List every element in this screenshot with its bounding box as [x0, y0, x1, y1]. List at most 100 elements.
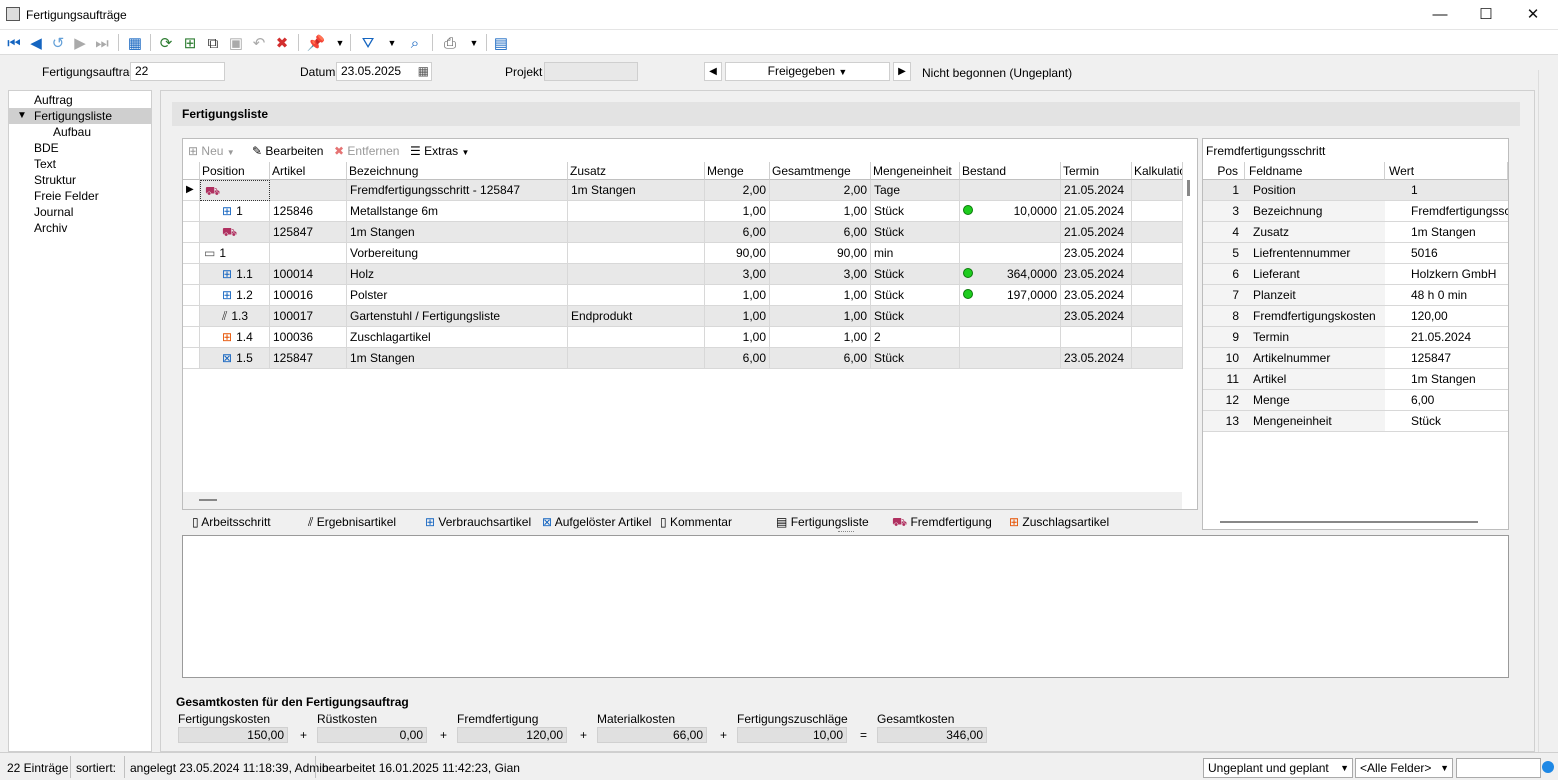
grid-cell-menge[interactable]: 1,00: [705, 306, 770, 327]
column-header[interactable]: Bestand: [960, 162, 1061, 180]
grid-cell-bestand[interactable]: [960, 348, 1061, 369]
nav-item-text[interactable]: Text: [9, 156, 151, 172]
grid-cell-artikel[interactable]: [270, 243, 347, 264]
date-field[interactable]: 23.05.2025 ▦: [336, 62, 432, 81]
detail-column-header[interactable]: Feldname: [1245, 162, 1385, 180]
grid-cell-gesamt[interactable]: 1,00: [770, 306, 871, 327]
grid-cell-bestand[interactable]: 197,0000: [960, 285, 1061, 306]
grid-cell-bez[interactable]: Zuschlagartikel: [347, 327, 568, 348]
grid-scroll-thumb[interactable]: [1187, 180, 1190, 196]
grid-cell-kalk[interactable]: [1132, 306, 1183, 327]
grid-cell-pos[interactable]: ▭ 1: [200, 243, 270, 264]
grid-cell-kalk[interactable]: [1132, 180, 1183, 201]
grid-cell-gesamt[interactable]: 1,00: [770, 285, 871, 306]
grid-cell-termin[interactable]: 23.05.2024: [1061, 285, 1132, 306]
nav-item-auftrag[interactable]: Auftrag: [9, 92, 151, 108]
save-icon[interactable]: ▣: [226, 33, 246, 53]
grid-cell-bestand[interactable]: 364,0000: [960, 264, 1061, 285]
detail-cell-wert[interactable]: 120,00: [1385, 306, 1508, 327]
column-header[interactable]: Termin: [1061, 162, 1132, 180]
grid-cell-bez[interactable]: Polster: [347, 285, 568, 306]
grid-cell-bez[interactable]: Gartenstuhl / Fertigungsliste: [347, 306, 568, 327]
pin-icon[interactable]: 📌: [306, 33, 326, 53]
search-record-icon[interactable]: ⌕: [405, 33, 425, 53]
detail-scrollbar[interactable]: [1220, 521, 1478, 523]
grid-cell-pos[interactable]: ⊞ 1.4: [200, 327, 270, 348]
table-view-icon[interactable]: ▦: [125, 33, 145, 53]
grid-cell-pos[interactable]: ⫽ 1.3: [200, 306, 270, 327]
grid-cell-bez[interactable]: Metallstange 6m: [347, 201, 568, 222]
chevron-down-icon[interactable]: ▼: [17, 108, 27, 124]
new-record-icon[interactable]: ⊞: [180, 33, 200, 53]
edit-button[interactable]: ✎ Bearbeiten: [252, 143, 323, 159]
column-header[interactable]: Gesamtmenge: [770, 162, 871, 180]
comment-textarea[interactable]: [182, 535, 1509, 678]
grid-cell-bez[interactable]: Fremdfertigungsschritt - 125847: [347, 180, 568, 201]
grid-cell-termin[interactable]: 23.05.2024: [1061, 243, 1132, 264]
field-filter-select[interactable]: <Alle Felder> ▼: [1355, 758, 1453, 778]
detail-cell-wert[interactable]: 48 h 0 min: [1385, 285, 1508, 306]
grid-cell-termin[interactable]: 21.05.2024: [1061, 222, 1132, 243]
grid-cell-artikel[interactable]: 125847: [270, 348, 347, 369]
grid-cell-kalk[interactable]: [1132, 285, 1183, 306]
back-icon[interactable]: ↺: [48, 33, 68, 53]
row-selector[interactable]: [183, 243, 200, 264]
splitter-handle[interactable]: [838, 531, 854, 533]
extras-button[interactable]: ☰ Extras ▼: [410, 143, 469, 159]
grid-cell-zusatz[interactable]: [568, 348, 705, 369]
status-prev-button[interactable]: ◀: [704, 62, 722, 81]
grid-cell-menge[interactable]: 2,00: [705, 180, 770, 201]
grid-cell-termin[interactable]: 23.05.2024: [1061, 348, 1132, 369]
grid-cell-menge[interactable]: 90,00: [705, 243, 770, 264]
grid-cell-einheit[interactable]: Stück: [871, 201, 960, 222]
grid-cell-artikel[interactable]: 125846: [270, 201, 347, 222]
grid-cell-termin[interactable]: 21.05.2024: [1061, 201, 1132, 222]
print-icon[interactable]: ⎙: [440, 33, 460, 53]
row-selector[interactable]: [183, 222, 200, 243]
nav-item-fertigungsliste[interactable]: ▼ Fertigungsliste: [9, 108, 151, 124]
grid-cell-zusatz[interactable]: Endprodukt: [568, 306, 705, 327]
grid-cell-einheit[interactable]: Stück: [871, 264, 960, 285]
vertical-scrollbar[interactable]: [1538, 70, 1552, 752]
column-header[interactable]: Artikel: [270, 162, 347, 180]
grid-cell-bestand[interactable]: [960, 327, 1061, 348]
undo-icon[interactable]: ↶: [249, 33, 269, 53]
grid-cell-zusatz[interactable]: [568, 327, 705, 348]
nav-item-struktur[interactable]: Struktur: [9, 172, 151, 188]
new-button[interactable]: ⊞ Neu ▼: [188, 143, 235, 159]
grid-cell-bestand[interactable]: 10,0000: [960, 201, 1061, 222]
grid-cell-einheit[interactable]: min: [871, 243, 960, 264]
grid-cell-kalk[interactable]: [1132, 222, 1183, 243]
copy-record-icon[interactable]: ⧉: [203, 33, 223, 53]
grid-cell-pos[interactable]: ⊠ 1.5: [200, 348, 270, 369]
grid-horizontal-scrollbar[interactable]: [183, 492, 1182, 509]
filter-dropdown-icon[interactable]: ▼: [382, 33, 402, 53]
grid-cell-gesamt[interactable]: 1,00: [770, 201, 871, 222]
project-field[interactable]: [544, 62, 638, 81]
detail-column-header[interactable]: Pos: [1203, 162, 1245, 180]
next-record-icon[interactable]: ▶: [70, 33, 90, 53]
quick-search-input[interactable]: [1456, 758, 1541, 778]
grid-cell-zusatz[interactable]: [568, 201, 705, 222]
grid-cell-kalk[interactable]: [1132, 348, 1183, 369]
grid-cell-einheit[interactable]: Stück: [871, 222, 960, 243]
grid-cell-gesamt[interactable]: 90,00: [770, 243, 871, 264]
grid-cell-einheit[interactable]: Stück: [871, 306, 960, 327]
column-header[interactable]: Kalkulatio: [1132, 162, 1183, 180]
grid-cell-artikel[interactable]: 100017: [270, 306, 347, 327]
last-record-icon[interactable]: ⏭: [92, 33, 112, 53]
grid-cell-termin[interactable]: 21.05.2024: [1061, 180, 1132, 201]
row-selector[interactable]: [183, 201, 200, 222]
grid-cell-menge[interactable]: 6,00: [705, 222, 770, 243]
row-selector[interactable]: [183, 264, 200, 285]
nav-item-journal[interactable]: Journal: [9, 204, 151, 220]
nav-item-bde[interactable]: BDE: [9, 140, 151, 156]
grid-cell-bez[interactable]: 1m Stangen: [347, 222, 568, 243]
grid-cell-bez[interactable]: Vorbereitung: [347, 243, 568, 264]
row-selector[interactable]: [183, 327, 200, 348]
grid-cell-artikel[interactable]: 100016: [270, 285, 347, 306]
grid-cell-bestand[interactable]: [960, 243, 1061, 264]
detail-cell-wert[interactable]: Stück: [1385, 411, 1508, 432]
grid-cell-zusatz[interactable]: [568, 285, 705, 306]
close-button[interactable]: ✕: [1513, 4, 1553, 26]
